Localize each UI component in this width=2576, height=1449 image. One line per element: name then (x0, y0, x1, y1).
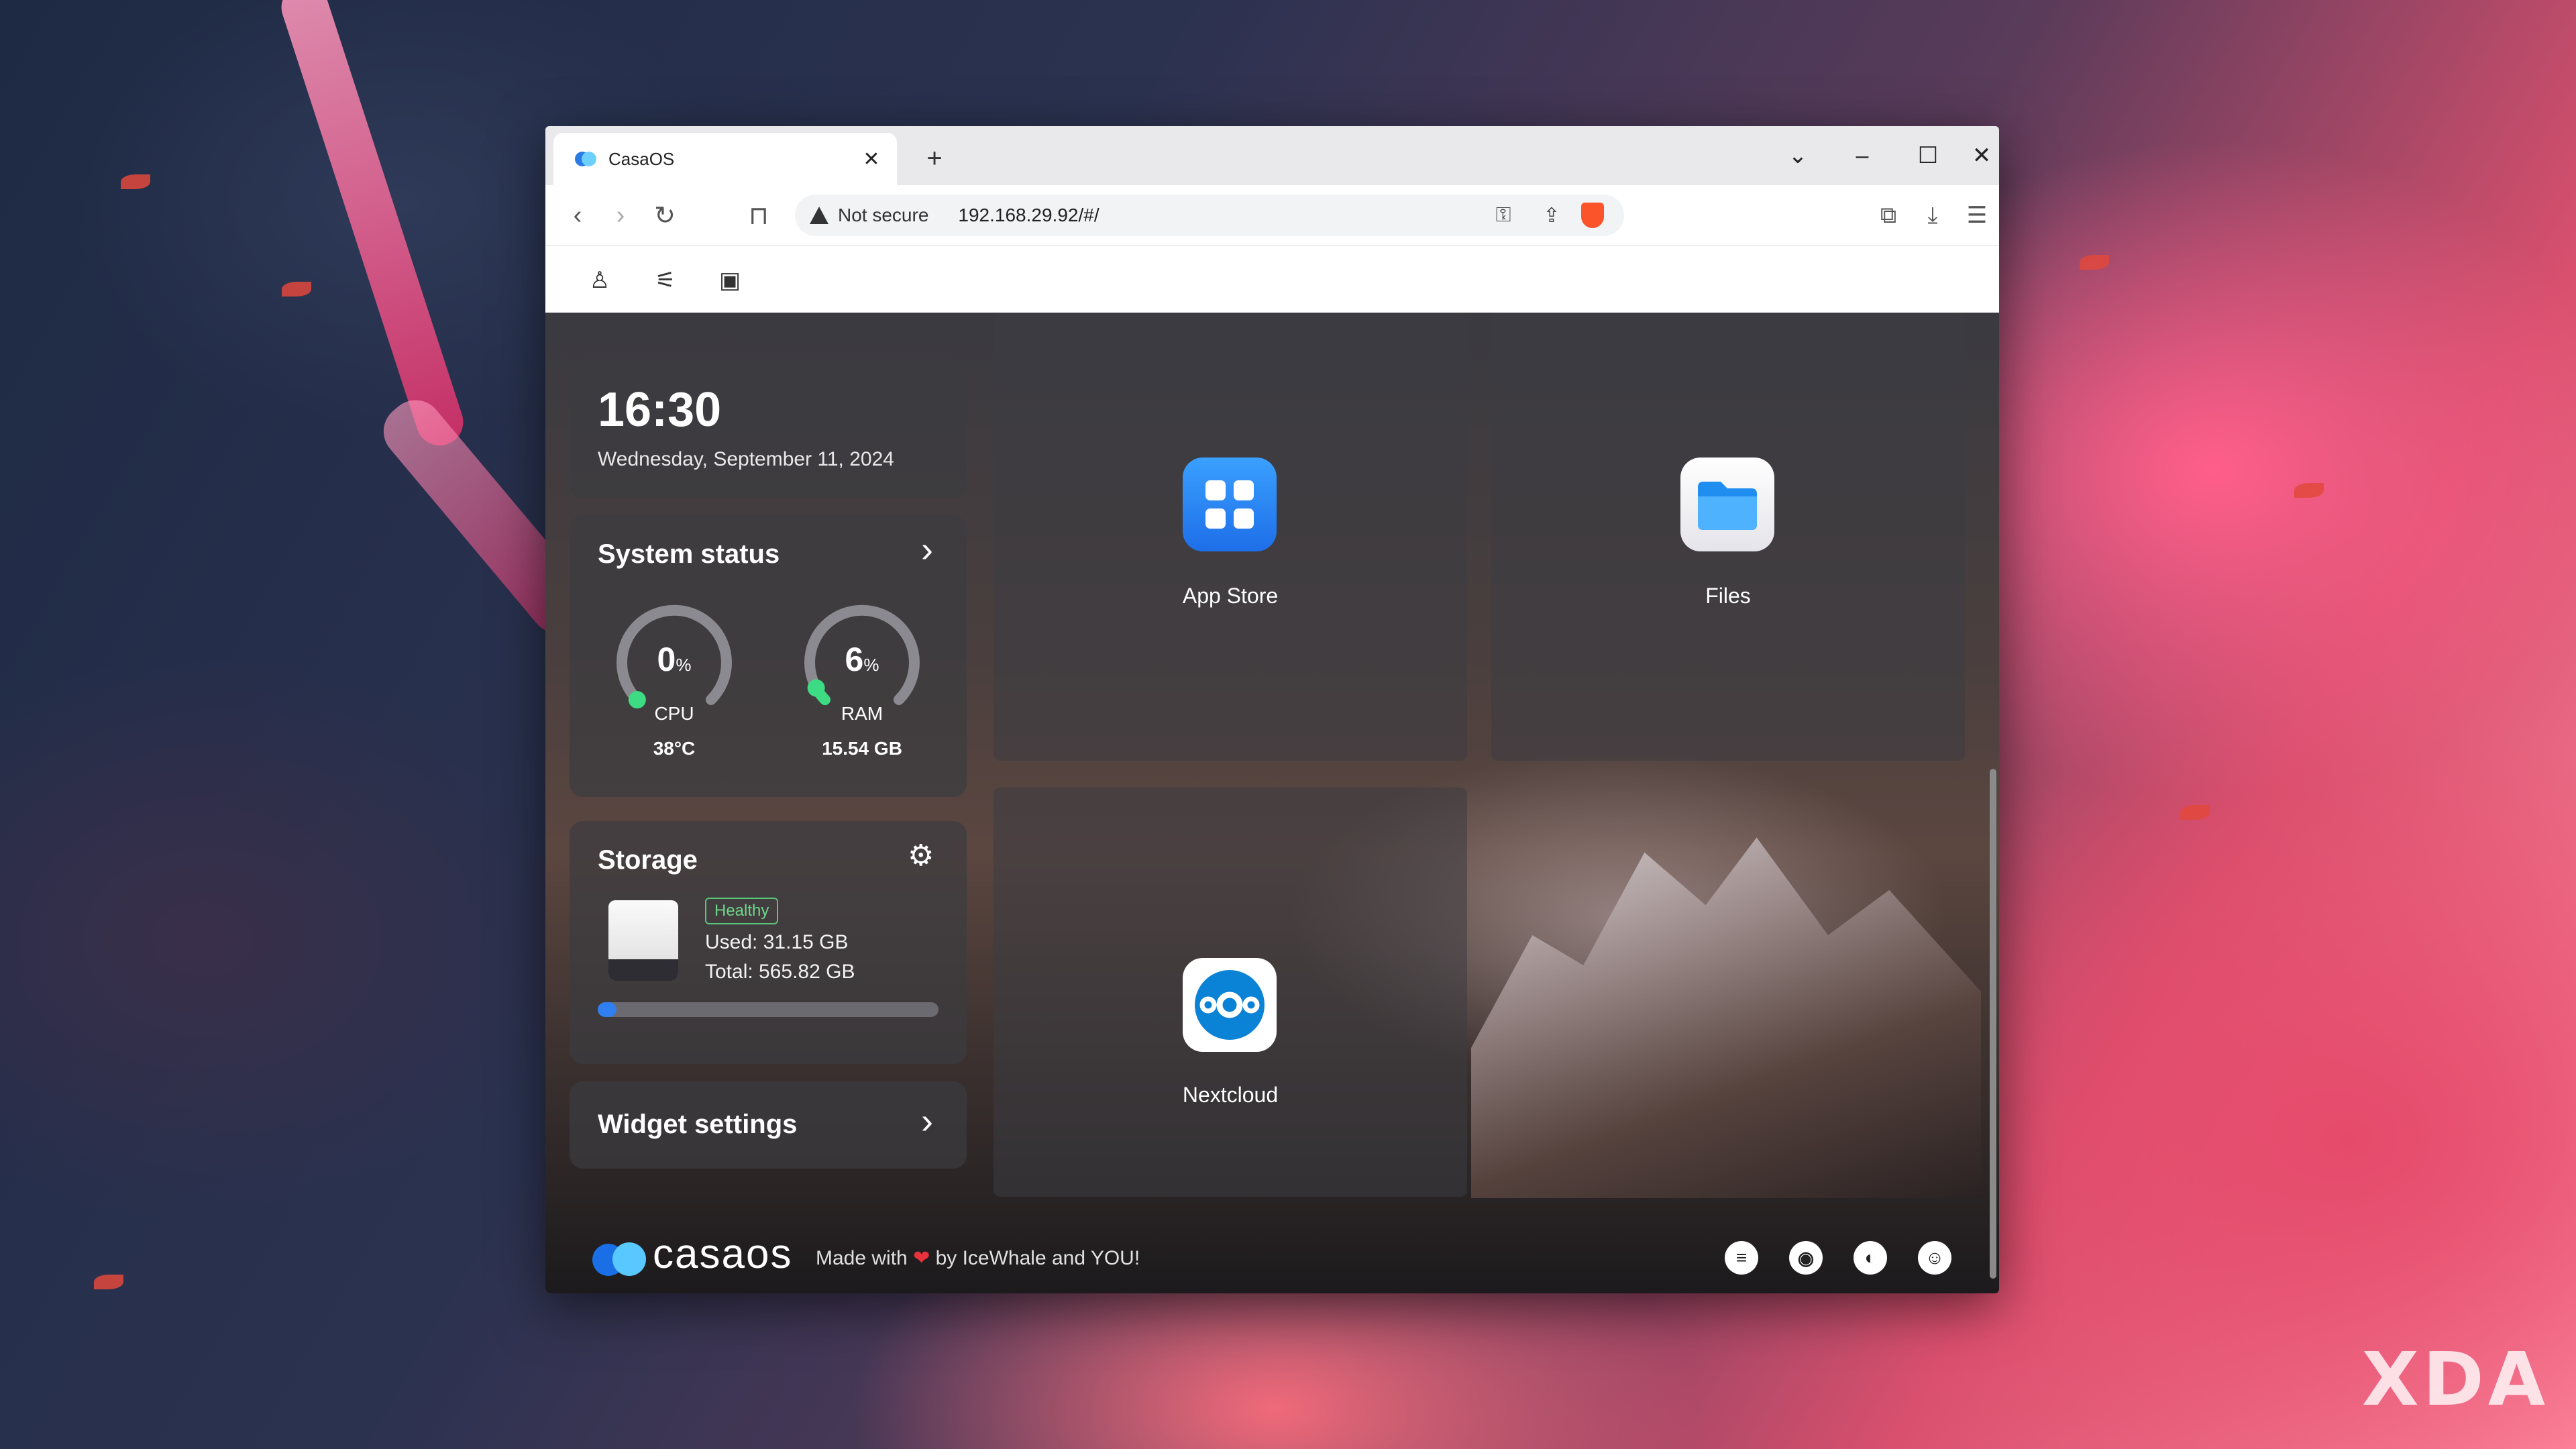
widget-settings-title: Widget settings (598, 1110, 798, 1139)
cpu-temperature: 38°C (653, 738, 696, 759)
wallpaper-leaf (94, 1275, 123, 1289)
forward-button[interactable]: › (602, 197, 639, 234)
storage-total: Total: 565.82 GB (705, 961, 855, 983)
settings-sliders-icon[interactable]: ⚟ (649, 264, 682, 297)
screen-icon[interactable]: ▣ (713, 264, 747, 297)
download-icon[interactable]: ⤓ (1914, 197, 1951, 234)
maximize-button[interactable]: ☐ (1898, 133, 1958, 178)
casaos-favicon-icon (575, 149, 596, 169)
ram-gauge-indicator (807, 679, 825, 697)
clock-date: Wednesday, September 11, 2024 (598, 448, 894, 470)
casaos-logo-text: casaos (653, 1231, 793, 1277)
browser-window: CasaOS ✕ + ⌄ – ☐ ✕ ‹ › ↻ ⊓ Not secure 19… (545, 126, 1999, 1293)
chevron-right-icon[interactable]: › (921, 1100, 933, 1142)
warning-icon (810, 207, 828, 224)
gear-icon[interactable]: ⚙ (908, 839, 934, 873)
key-icon[interactable]: ⚿ (1485, 197, 1522, 234)
tab-title: CasaOS (608, 148, 675, 169)
github-icon[interactable]: ◐ (1854, 1241, 1887, 1275)
discord-icon[interactable]: ◉ (1789, 1241, 1823, 1275)
ram-gauge: 6% RAM (795, 596, 929, 730)
casaos-topbar: ♙ ⚟ ▣ (545, 246, 1999, 313)
wallpaper-leaf (2080, 255, 2109, 270)
nextcloud-icon (1183, 958, 1277, 1052)
clock-time: 16:30 (598, 383, 722, 437)
app-store-icon (1183, 458, 1277, 551)
heart-icon: ❤ (913, 1247, 930, 1269)
clock-widget: 16:30 Wednesday, September 11, 2024 (570, 358, 967, 498)
watermark-logo: XDA (2361, 1336, 2549, 1422)
new-tab-button[interactable]: + (914, 138, 955, 178)
folder-icon (1680, 458, 1774, 551)
cpu-label: CPU (654, 703, 694, 724)
casaos-logo-icon (592, 1238, 653, 1276)
minimize-button[interactable]: – (1832, 133, 1892, 178)
storage-progress (598, 1002, 938, 1017)
close-window-button[interactable]: ✕ (1965, 133, 1998, 178)
wallpaper-leaf (2294, 483, 2324, 498)
casaos-dashboard: 16:30 Wednesday, September 11, 2024 Syst… (545, 313, 1999, 1293)
address-bar[interactable]: Not secure 192.168.29.92/#/ ⚿ ⇪ (795, 195, 1624, 236)
url-text[interactable]: 192.168.29.92/#/ (958, 205, 1485, 226)
storage-used: Used: 31.15 GB (705, 931, 849, 953)
footer: casaos Made with ❤ by IceWhale and YOU! … (545, 1213, 1999, 1293)
feedback-icon[interactable]: ☺ (1918, 1241, 1951, 1275)
app-label: Files (1705, 584, 1751, 608)
storage-progress-fill (598, 1002, 616, 1017)
app-label: Nextcloud (1182, 1083, 1279, 1107)
share-icon[interactable]: ⇪ (1533, 197, 1570, 234)
storage-widget: Storage ⚙ Healthy Used: 31.15 GB Total: … (570, 821, 967, 1064)
brave-shield-icon[interactable] (1581, 203, 1604, 228)
system-status-title: System status (598, 539, 780, 569)
chat-icon[interactable]: ≡ (1725, 1241, 1758, 1275)
credits-text: Made with ❤ by IceWhale and YOU! (816, 1247, 1140, 1269)
cpu-gauge: 0% CPU (607, 596, 741, 730)
tab-bar: CasaOS ✕ + ⌄ – ☐ ✕ (545, 126, 1999, 185)
scrollbar[interactable] (1990, 769, 1996, 1279)
bookmark-button[interactable]: ⊓ (740, 197, 777, 234)
storage-title: Storage (598, 845, 698, 875)
app-label: App Store (1182, 584, 1279, 608)
system-status-widget: System status › 0% CPU 38°C 6% RAM 15.54… (570, 515, 967, 797)
status-badge: Healthy (705, 898, 779, 924)
cpu-value: 0% (657, 641, 692, 678)
chevron-right-icon[interactable]: › (921, 529, 933, 570)
reload-button[interactable]: ↻ (646, 197, 684, 234)
ram-usage: 15.54 GB (822, 738, 902, 759)
close-tab-icon[interactable]: ✕ (858, 146, 885, 172)
wallpaper-leaf (282, 282, 311, 297)
wallpaper-decoration (275, 0, 470, 452)
hard-drive-icon (608, 900, 678, 981)
wallpaper-leaf (121, 174, 150, 189)
extensions-icon[interactable]: ⧉ (1870, 197, 1907, 234)
browser-toolbar: ‹ › ↻ ⊓ Not secure 192.168.29.92/#/ ⚿ ⇪ … (545, 185, 1999, 246)
ram-label: RAM (841, 703, 883, 724)
security-indicator[interactable]: Not secure (838, 205, 928, 226)
menu-icon[interactable]: ☰ (1958, 197, 1996, 234)
app-tile-nextcloud[interactable]: Nextcloud (994, 788, 1467, 1197)
background-mountain (1471, 837, 1981, 1198)
widget-settings-button[interactable]: Widget settings › (570, 1081, 967, 1169)
tab-list-button[interactable]: ⌄ (1768, 133, 1828, 178)
app-tile-app-store[interactable]: App Store (994, 313, 1467, 761)
app-tile-files[interactable]: Files (1491, 313, 1965, 761)
back-button[interactable]: ‹ (559, 197, 596, 234)
wallpaper-leaf (2180, 805, 2210, 820)
ram-value: 6% (845, 641, 879, 678)
user-icon[interactable]: ♙ (583, 264, 616, 297)
browser-tab[interactable]: CasaOS ✕ (553, 133, 897, 185)
